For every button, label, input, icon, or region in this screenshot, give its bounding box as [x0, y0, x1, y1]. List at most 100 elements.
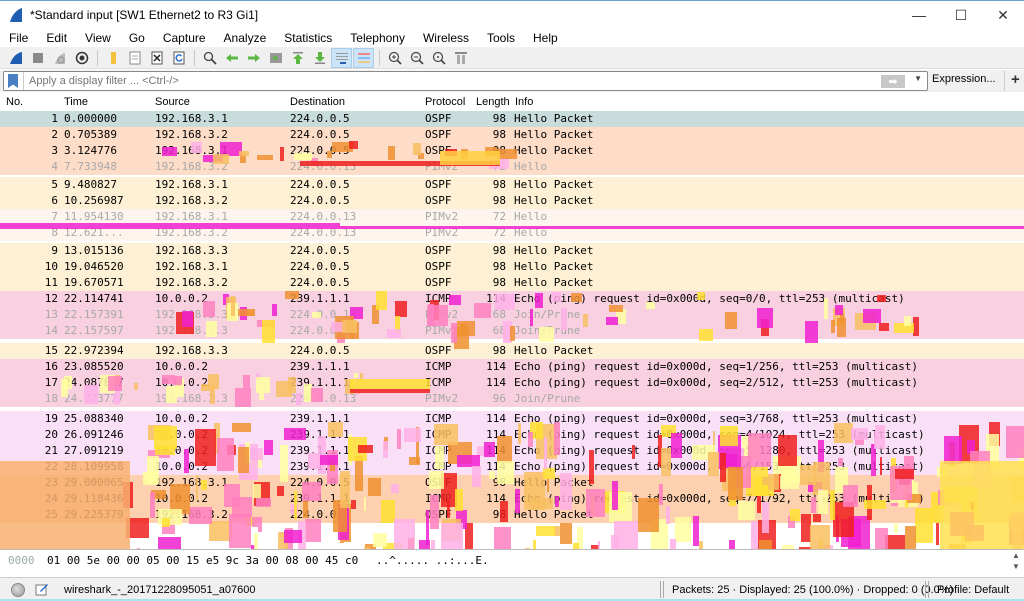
packet-length: 72: [492, 210, 506, 223]
packet-row[interactable]: 5 9.480827 192.168.3.1 224.0.0.5 OSPF 98 Hello…: [0, 177, 1024, 193]
minimize-button[interactable]: —: [898, 1, 940, 29]
packet-row[interactable]: 12 22.114741 10.0.0.2 239.1.1.1 ICMP 114 Echo …: [0, 291, 1024, 307]
packet-list[interactable]: 1 0.000000 192.168.3.1 224.0.0.5 OSPF 98 Hello…: [0, 111, 1024, 549]
packet-row[interactable]: 22 28.109958 10.0.0.2 239.1.1.1 ICMP 114 Echo …: [0, 459, 1024, 475]
packet-length: 114: [486, 412, 506, 425]
toolbar-separator: [97, 49, 98, 66]
packet-row[interactable]: 24 29.118436 10.0.0.2 239.1.1.1 ICMP 114 Echo …: [0, 491, 1024, 507]
menu-capture[interactable]: Capture: [154, 31, 215, 45]
render-glitch: [965, 524, 985, 541]
packet-row[interactable]: 11 19.670571 192.168.3.2 224.0.0.5 OSPF 98 Hel…: [0, 275, 1024, 291]
go-first-button[interactable]: [287, 48, 308, 68]
expression-button[interactable]: Expression...: [932, 73, 996, 85]
menu-analyze[interactable]: Analyze: [215, 31, 276, 45]
column-length[interactable]: Length: [476, 96, 510, 108]
packet-length: 98: [492, 260, 506, 273]
menu-help[interactable]: Help: [524, 31, 567, 45]
menu-tools[interactable]: Tools: [478, 31, 524, 45]
open-file-button[interactable]: [102, 48, 123, 68]
go-forward-icon: [247, 53, 260, 62]
packet-info: Hello Packet: [514, 128, 594, 141]
column-info[interactable]: Info: [515, 96, 533, 108]
packet-row[interactable]: 6 10.256987 192.168.3.2 224.0.0.5 OSPF 98 Hell…: [0, 193, 1024, 209]
go-to-packet-button[interactable]: [265, 48, 286, 68]
capture-comment-icon[interactable]: [35, 582, 49, 596]
menu-statistics[interactable]: Statistics: [275, 31, 341, 45]
packet-row[interactable]: 4 7.733948 192.168.3.2 224.0.0.13 PIMv2 72 Hel…: [0, 159, 1024, 175]
zoom-in-button[interactable]: [384, 48, 405, 68]
column-time[interactable]: Time: [64, 96, 88, 108]
packet-row[interactable]: 7 11.954130 192.168.3.1 224.0.0.13 PIMv2 72 He…: [0, 209, 1024, 225]
hex-ascii[interactable]: ..^..... ..:...E.: [376, 554, 489, 567]
packet-row[interactable]: 19 25.088340 10.0.0.2 239.1.1.1 ICMP 114 Echo …: [0, 411, 1024, 427]
close-file-icon: [151, 51, 162, 64]
packet-row[interactable]: 17 24.087827 10.0.0.2 239.1.1.1 ICMP 114 Echo …: [0, 375, 1024, 391]
resize-columns-button[interactable]: [450, 48, 471, 68]
packet-row[interactable]: 15 22.972394 192.168.3.3 224.0.0.5 OSPF 98 Hel…: [0, 343, 1024, 359]
find-packet-button[interactable]: [199, 48, 220, 68]
menu-telephony[interactable]: Telephony: [341, 31, 414, 45]
go-first-icon: [292, 51, 303, 64]
packet-row[interactable]: 16 23.085520 10.0.0.2 239.1.1.1 ICMP 114 Echo …: [0, 359, 1024, 375]
go-forward-button[interactable]: [243, 48, 264, 68]
auto-scroll-button[interactable]: [331, 47, 352, 68]
packet-row[interactable]: 8 12.621... 192.168.3.2 224.0.0.13 PIMv2 72 He…: [0, 225, 1024, 241]
packet-counts: Packets: 25 · Displayed: 25 (100.0%) · D…: [672, 584, 954, 596]
packet-length: 96: [492, 392, 506, 405]
close-button[interactable]: ✕: [982, 1, 1024, 29]
capture-options-button[interactable]: [71, 48, 92, 68]
reload-file-button[interactable]: [168, 48, 189, 68]
menu-wireless[interactable]: Wireless: [414, 31, 478, 45]
menu-file[interactable]: File: [0, 31, 37, 45]
packet-row[interactable]: 13 22.157391 192.168.3.3 224.0.0.13 PIMv2 68 J…: [0, 307, 1024, 323]
packet-row[interactable]: 1 0.000000 192.168.3.1 224.0.0.5 OSPF 98 Hello…: [0, 111, 1024, 127]
packet-info: Echo (ping) request id=0x000d, seq=0/0, …: [514, 292, 905, 305]
go-back-button[interactable]: [221, 48, 242, 68]
close-file-button[interactable]: [146, 48, 167, 68]
column-source[interactable]: Source: [155, 96, 190, 108]
packet-info: Hello Packet: [514, 260, 594, 273]
column-no[interactable]: No.: [6, 96, 23, 108]
menu-view[interactable]: View: [76, 31, 120, 45]
hex-bytes[interactable]: 01 00 5e 00 00 05 00 15 e5 9c 3a 00 08 0…: [47, 554, 358, 567]
packet-row[interactable]: 10 19.046520 192.168.3.1 224.0.0.5 OSPF 98 Hel…: [0, 259, 1024, 275]
hex-scrollbar[interactable]: ▲ ▼: [1010, 550, 1022, 574]
packet-row[interactable]: 3 3.124776 192.168.3.1 224.0.0.5 OSPF 98 Hello…: [0, 143, 1024, 159]
packet-row[interactable]: 25 29.225379 192.168.3.2 224.0.0.5 OSPF 98 Hel…: [0, 507, 1024, 523]
start-capture-button[interactable]: [5, 48, 26, 68]
zoom-out-button[interactable]: [406, 48, 427, 68]
packet-row[interactable]: 14 22.157597 192.168.3.3 224.0.0.13 PIMv2 68 J…: [0, 323, 1024, 339]
status-divider[interactable]: [925, 581, 929, 598]
stop-capture-button[interactable]: [27, 48, 48, 68]
save-file-button[interactable]: [124, 48, 145, 68]
column-protocol[interactable]: Protocol: [425, 96, 465, 108]
go-last-button[interactable]: [309, 48, 330, 68]
menu-edit[interactable]: Edit: [37, 31, 76, 45]
packet-row[interactable]: 9 13.015136 192.168.3.3 224.0.0.5 OSPF 98 Hell…: [0, 243, 1024, 259]
column-destination[interactable]: Destination: [290, 96, 345, 108]
profile-label[interactable]: Profile: Default: [937, 584, 1009, 596]
packet-row[interactable]: 20 26.091246 10.0.0.2 239.1.1.1 ICMP 114 Echo …: [0, 427, 1024, 443]
packet-row[interactable]: 21 27.091219 10.0.0.2 239.1.1.1 ICMP 114 Echo …: [0, 443, 1024, 459]
scroll-down-icon[interactable]: ▼: [1010, 561, 1022, 572]
toolbar-separator: [194, 49, 195, 66]
add-filter-button[interactable]: +: [1004, 71, 1020, 91]
display-filter-input[interactable]: [23, 72, 823, 90]
packet-row[interactable]: 18 24.723777 192.168.3.3 224.0.0.13 PIMv2 96 J…: [0, 391, 1024, 407]
menu-go[interactable]: Go: [120, 31, 154, 45]
packet-row[interactable]: 23 29.000065 192.168.3.1 224.0.0.5 OSPF 98 Hel…: [0, 475, 1024, 491]
status-divider[interactable]: [660, 581, 664, 598]
filter-history-dropdown-icon[interactable]: ▼: [914, 74, 922, 83]
maximize-button[interactable]: ☐: [940, 1, 982, 29]
zoom-normal-button[interactable]: [428, 48, 449, 68]
apply-filter-arrow-icon[interactable]: ➡: [881, 75, 905, 88]
expert-info-led-icon[interactable]: [11, 583, 25, 597]
packet-info: Hello Packet: [514, 178, 594, 191]
scroll-up-icon[interactable]: ▲: [1010, 550, 1022, 561]
colorize-button[interactable]: [353, 47, 374, 68]
packet-info: Hello: [514, 226, 548, 239]
bookmark-icon[interactable]: [8, 74, 18, 88]
render-glitch: [560, 522, 572, 545]
restart-capture-button[interactable]: [49, 48, 70, 68]
packet-row[interactable]: 2 0.705389 192.168.3.2 224.0.0.5 OSPF 98 Hello…: [0, 127, 1024, 143]
